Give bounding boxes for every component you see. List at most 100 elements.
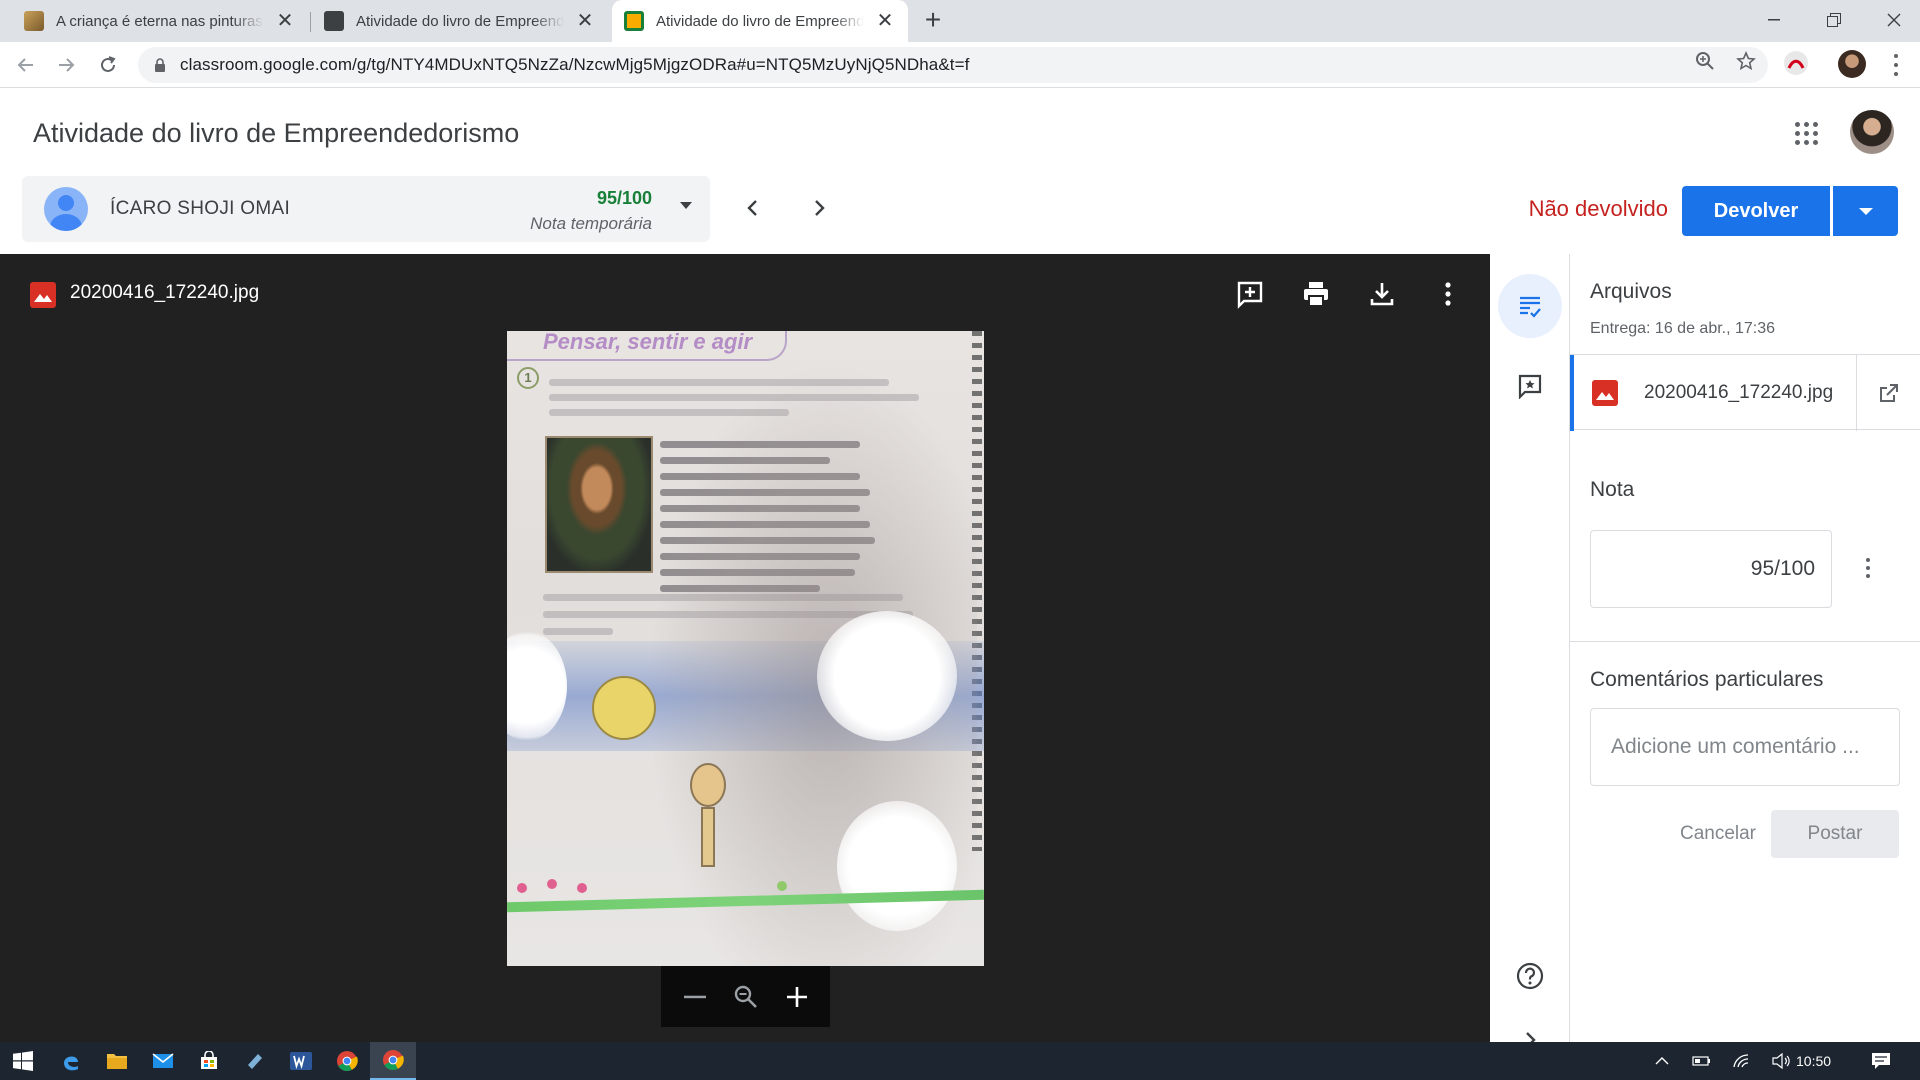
restore-window-button[interactable]	[1804, 0, 1864, 40]
return-status-label: Não devolvido	[1528, 196, 1668, 221]
chevron-right-icon	[815, 200, 825, 216]
address-bar[interactable]: classroom.google.com/g/tg/NTY4MDUxNTQ5Nz…	[138, 47, 1768, 83]
network-status[interactable]	[1730, 1042, 1754, 1080]
minimize-window-button[interactable]	[1744, 0, 1804, 40]
windows-taskbar: 10:50	[0, 1042, 1920, 1080]
browser-tab-1[interactable]: A criança é eterna nas pinturas de ✕	[12, 0, 308, 42]
browser-profile-avatar[interactable]	[1838, 50, 1866, 78]
close-tab-icon[interactable]: ✕	[274, 10, 296, 32]
store-icon	[201, 1051, 217, 1069]
edge-taskbar-button[interactable]	[48, 1042, 94, 1080]
chrome-taskbar-button[interactable]	[324, 1042, 370, 1080]
dropdown-arrow-icon	[1858, 207, 1873, 215]
student-name: ÍCARO SHOJI OMAI	[110, 198, 291, 219]
comment-field[interactable]	[1590, 708, 1900, 786]
files-tab-button[interactable]	[1498, 274, 1562, 338]
grading-side-rail	[1490, 254, 1570, 1048]
action-center-button[interactable]	[1866, 1042, 1896, 1080]
add-comment-button[interactable]	[1230, 274, 1270, 314]
selected-indicator	[1570, 355, 1574, 431]
open-in-new-button[interactable]	[1856, 355, 1920, 431]
browser-tab-strip: A criança é eterna nas pinturas de ✕ Ati…	[0, 0, 1920, 42]
file-explorer-taskbar-button[interactable]	[94, 1042, 140, 1080]
notification-icon	[1872, 1053, 1890, 1069]
chevron-left-icon	[747, 200, 757, 216]
store-taskbar-button[interactable]	[186, 1042, 232, 1080]
add-comment-icon	[1237, 281, 1263, 309]
zoom-out-icon	[683, 995, 706, 998]
reload-icon	[101, 56, 116, 72]
taskbar-clock[interactable]: 10:50	[1796, 1042, 1831, 1080]
start-button[interactable]	[0, 1042, 46, 1080]
app-taskbar-button[interactable]	[232, 1042, 278, 1080]
viewer-file-name: 20200416_172240.jpg	[70, 282, 260, 303]
windows-logo-icon	[13, 1051, 33, 1071]
student-selector[interactable]: ÍCARO SHOJI OMAI 95/100 Nota temporária	[22, 176, 710, 242]
classroom-favicon-icon	[324, 11, 344, 31]
zoom-page-button[interactable]	[1694, 50, 1716, 72]
bookmark-star-button[interactable]	[1735, 50, 1757, 72]
battery-icon	[1692, 1056, 1710, 1066]
rubric-icon	[1520, 296, 1541, 318]
close-tab-icon[interactable]: ✕	[574, 10, 596, 32]
cancel-button[interactable]: Cancelar	[1650, 810, 1786, 858]
browser-menu-button[interactable]	[1884, 52, 1908, 78]
download-button[interactable]	[1362, 274, 1402, 314]
zoom-out-button[interactable]	[675, 977, 715, 1017]
reload-button[interactable]	[92, 49, 124, 81]
tab-title: Atividade do livro de Empreendedorismo	[656, 12, 864, 30]
student-avatar	[44, 187, 88, 231]
close-tab-icon[interactable]: ✕	[874, 10, 896, 32]
grade-heading: Nota	[1590, 478, 1635, 501]
classroom-header: Atividade do livro de Empreendedorismo Í…	[0, 88, 1920, 254]
grading-panel: Arquivos Entrega: 16 de abr., 17:36 2020…	[1570, 254, 1920, 1042]
browser-tab-2[interactable]: Atividade do livro de Empreendedorismo ✕	[312, 0, 608, 42]
apps-grid-icon[interactable]	[1795, 122, 1819, 146]
grade-status: Nota temporária	[530, 214, 652, 233]
more-options-button[interactable]	[1428, 274, 1468, 314]
post-button[interactable]: Postar	[1771, 810, 1899, 858]
student-dropdown-icon[interactable]	[680, 202, 692, 209]
photo-header-text: Pensar, sentir e agir	[543, 331, 753, 354]
comments-tab-button[interactable]	[1498, 354, 1562, 418]
help-button[interactable]	[1498, 944, 1562, 1008]
account-avatar[interactable]	[1850, 110, 1894, 154]
return-options-button[interactable]	[1833, 186, 1898, 236]
tab-title: Atividade do livro de Empreendedorismo	[356, 12, 564, 30]
next-student-button[interactable]	[801, 190, 837, 226]
tab-divider	[310, 12, 311, 32]
attachment-item[interactable]: 20200416_172240.jpg	[1570, 354, 1920, 431]
word-icon	[290, 1052, 312, 1070]
adobe-extension-icon[interactable]	[1784, 51, 1808, 75]
mail-icon	[152, 1053, 174, 1068]
return-button[interactable]: Devolver	[1682, 186, 1830, 236]
classroom-favicon-icon	[624, 11, 644, 31]
chevron-up-icon	[1655, 1057, 1669, 1065]
star-icon	[1736, 51, 1756, 71]
new-tab-button[interactable]: +	[918, 6, 948, 36]
volume-control[interactable]	[1770, 1042, 1794, 1080]
zoom-controls	[661, 966, 830, 1027]
comment-input[interactable]	[1591, 709, 1899, 785]
back-button[interactable]	[10, 49, 42, 81]
word-taskbar-button[interactable]	[278, 1042, 324, 1080]
battery-status[interactable]	[1690, 1042, 1714, 1080]
lock-icon	[155, 58, 165, 72]
wifi-icon	[1733, 1054, 1749, 1068]
browser-tab-3-active[interactable]: Atividade do livro de Empreendedorismo ✕	[612, 0, 908, 42]
forward-button[interactable]	[50, 49, 82, 81]
print-button[interactable]	[1296, 274, 1336, 314]
zoom-reset-button[interactable]	[726, 977, 766, 1017]
grade-field[interactable]: 95/100	[1590, 530, 1832, 608]
mail-taskbar-button[interactable]	[140, 1042, 186, 1080]
submitted-photo: Pensar, sentir e agir 1	[507, 331, 984, 966]
submission-date: Entrega: 16 de abr., 17:36	[1590, 320, 1776, 337]
show-hidden-icons-button[interactable]	[1650, 1042, 1674, 1080]
zoom-in-button[interactable]	[777, 977, 817, 1017]
grade-more-button[interactable]	[1856, 548, 1880, 588]
app-icon	[248, 1054, 262, 1069]
close-window-button[interactable]	[1864, 0, 1920, 40]
drawn-person	[690, 763, 726, 807]
chrome-profile-taskbar-button[interactable]	[370, 1042, 416, 1080]
previous-student-button[interactable]	[735, 190, 771, 226]
